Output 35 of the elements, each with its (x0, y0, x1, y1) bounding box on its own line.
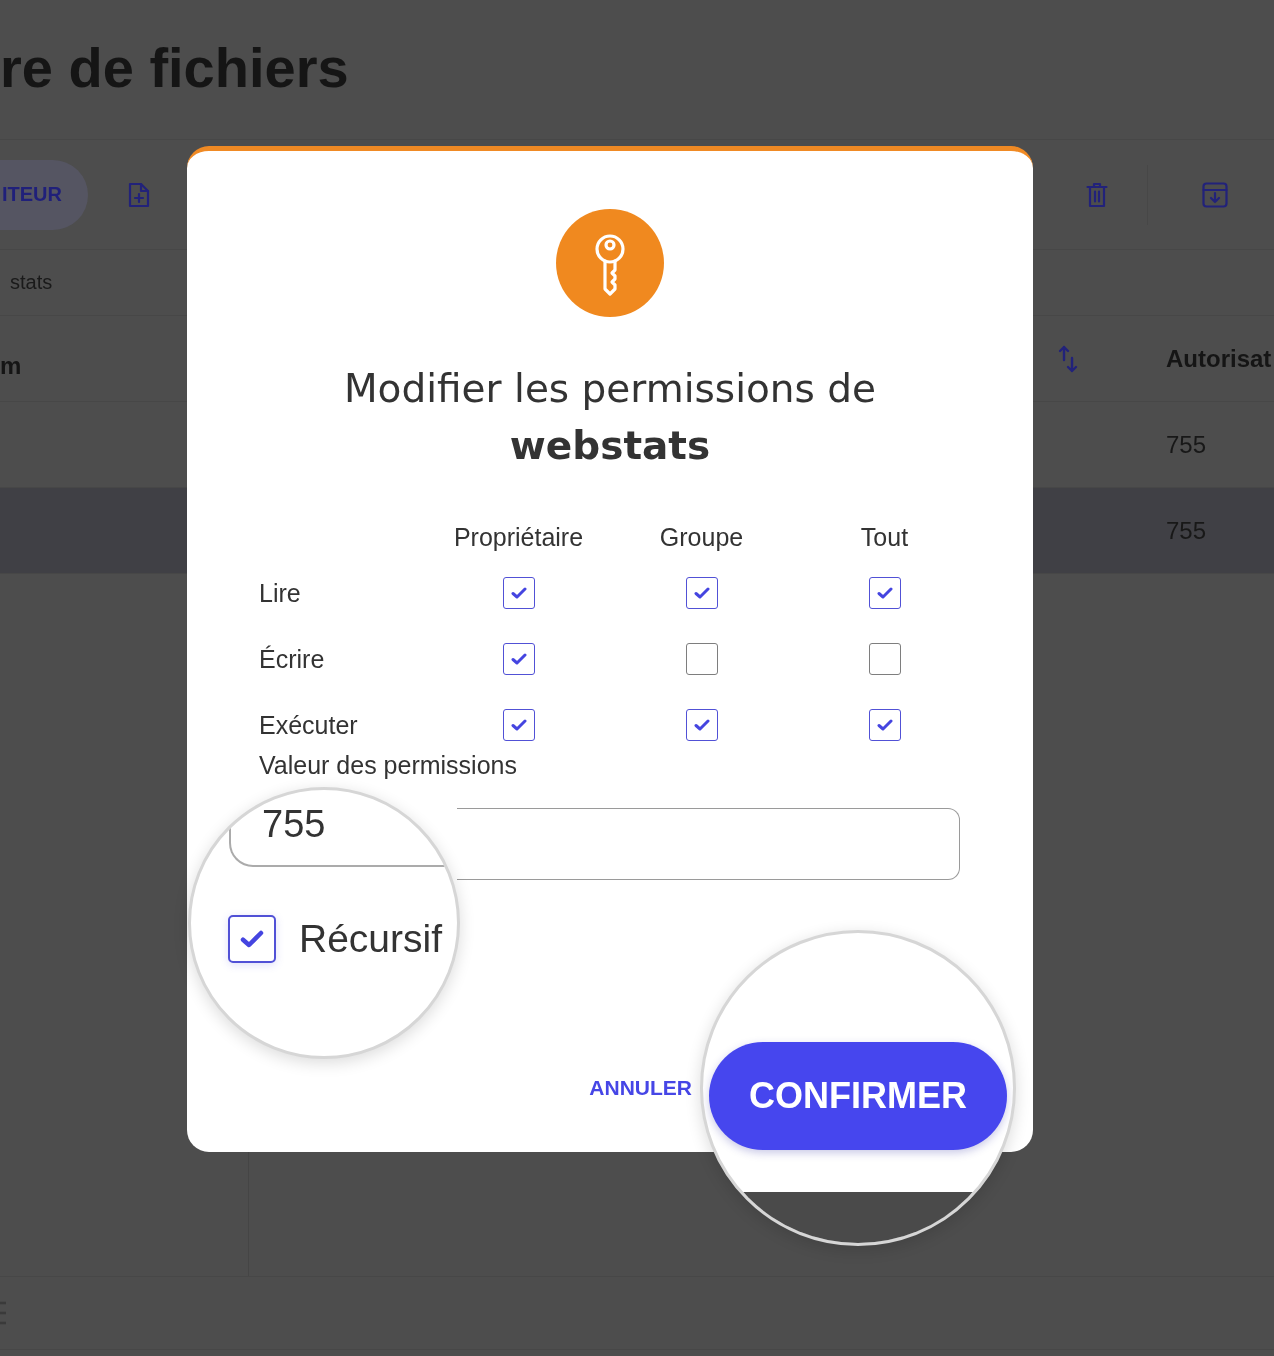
permission-label: Écrire (259, 644, 325, 674)
column-header: Propriétaire (453, 522, 584, 552)
checkmark-icon (693, 719, 710, 731)
checkmark-icon (693, 587, 710, 599)
column-header: m (0, 350, 22, 380)
checkbox[interactable] (502, 709, 535, 741)
cancel-button[interactable]: ANNULER (589, 1074, 692, 1102)
checkbox-label: Récursif (299, 917, 443, 961)
confirm-button[interactable]: CONFIRMER (709, 1042, 1007, 1150)
checkbox[interactable] (868, 577, 901, 609)
checkmark-icon (876, 719, 893, 731)
column-header: Autorisat (1166, 344, 1272, 373)
checkmark-icon (510, 653, 527, 665)
column-header: Groupe (659, 522, 744, 552)
checkbox[interactable] (685, 577, 718, 609)
checkmark-icon (876, 587, 893, 599)
checkbox[interactable] (868, 643, 901, 675)
page-title: re de fichiers (0, 38, 349, 98)
checkbox[interactable] (685, 709, 718, 741)
field-label: Valeur des permissions (259, 752, 517, 778)
dialog-title: Modifier les permissions de webstats (342, 365, 878, 470)
checkbox[interactable] (868, 709, 901, 741)
checkbox[interactable] (228, 915, 276, 963)
checkmark-icon (510, 587, 527, 599)
checkmark-icon (240, 930, 264, 948)
permission-label: Lire (259, 578, 301, 608)
input-field[interactable] (457, 808, 960, 880)
permission-label: Exécuter (259, 710, 358, 740)
key-icon (556, 209, 664, 317)
column-header: Tout (860, 522, 909, 552)
checkmark-icon (510, 719, 527, 731)
checkbox[interactable] (685, 643, 718, 675)
checkbox[interactable] (502, 577, 535, 609)
magnified-input-field[interactable]: 755 (229, 790, 451, 867)
checkbox[interactable] (502, 643, 535, 675)
